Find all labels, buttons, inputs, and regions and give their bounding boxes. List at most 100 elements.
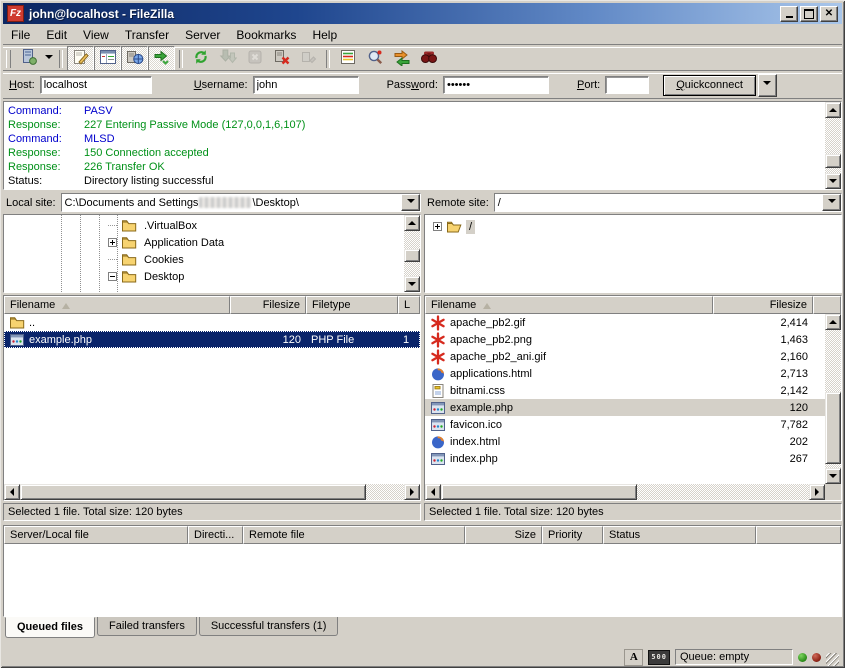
menu-item-bookmarks[interactable]: Bookmarks [228, 26, 304, 44]
log-line-text: 226 Transfer OK [84, 161, 165, 173]
tree-expander-plus-icon[interactable] [433, 222, 442, 231]
column-header-filename[interactable]: Filename [425, 296, 713, 314]
local-path-dropdown-button[interactable] [401, 194, 420, 211]
scroll-up-button[interactable] [825, 102, 841, 118]
menu-item-view[interactable]: View [75, 26, 117, 44]
toggle-queue-button[interactable] [148, 46, 175, 71]
toggle-remote-tree-button[interactable] [121, 46, 148, 71]
scroll-up-button[interactable] [825, 314, 841, 330]
local-site-combobox[interactable]: C:\Documents and Settings\Desktop\ [61, 193, 421, 212]
filter-button[interactable] [334, 46, 361, 71]
menu-item-help[interactable]: Help [304, 26, 345, 44]
column-header-filetype[interactable]: Filetype [306, 296, 398, 314]
local-hscrollbar[interactable] [4, 484, 420, 500]
toggle-local-tree-button[interactable] [94, 46, 121, 71]
column-header-server-local-file[interactable]: Server/Local file [4, 526, 188, 544]
scrollbar-thumb[interactable] [825, 154, 841, 168]
column-header-l[interactable]: L [398, 296, 420, 314]
column-header-filesize[interactable]: Filesize [713, 296, 813, 314]
column-header-blank[interactable] [813, 296, 841, 314]
scrollbar-thumb[interactable] [20, 484, 366, 500]
site-manager-button[interactable] [15, 46, 42, 71]
column-header-directi-[interactable]: Directi... [188, 526, 243, 544]
maximize-button[interactable] [800, 6, 818, 22]
resize-grip[interactable] [826, 653, 839, 666]
scrollbar-thumb[interactable] [441, 484, 637, 500]
title-bar[interactable]: Fz john@localhost - FileZilla ✕ [3, 3, 842, 24]
column-header-blank[interactable] [756, 526, 841, 544]
file-row-bitnami-css[interactable]: bitnami.css2,142 [425, 382, 825, 399]
refresh-button[interactable] [187, 46, 214, 71]
process-queue-button[interactable] [214, 46, 241, 71]
file-row-index-php[interactable]: index.php267 [425, 450, 825, 467]
disconnect-button[interactable] [268, 46, 295, 71]
speed-limits-icon[interactable]: 500 [648, 650, 670, 665]
file-row-example-php[interactable]: example.php120PHP File1 [4, 331, 420, 348]
local-path-suffix: \Desktop\ [252, 197, 298, 209]
column-header-priority[interactable]: Priority [542, 526, 603, 544]
file-row--[interactable]: .. [4, 314, 420, 331]
log-line-label: Status: [8, 174, 84, 188]
scroll-up-button[interactable] [404, 215, 420, 231]
file-row-index-html[interactable]: index.html202 [425, 433, 825, 450]
close-button[interactable]: ✕ [820, 6, 838, 22]
tree-item-root[interactable]: / [433, 218, 475, 235]
synchronized-browsing-button[interactable] [388, 46, 415, 71]
tree-item-desktop[interactable]: Desktop [108, 268, 187, 285]
port-input[interactable] [605, 76, 649, 94]
apache-icon [430, 349, 446, 365]
file-row-apache_pb2_ani-gif[interactable]: apache_pb2_ani.gif2,160 [425, 348, 825, 365]
column-header-filesize[interactable]: Filesize [230, 296, 306, 314]
username-input[interactable] [253, 76, 359, 94]
find-files-button[interactable] [415, 46, 442, 71]
tab-successful-transfers-1-[interactable]: Successful transfers (1) [199, 617, 339, 636]
directory-comparison-button[interactable] [361, 46, 388, 71]
quickconnect-button[interactable]: Quickconnect [663, 75, 756, 96]
file-row-apache_pb2-gif[interactable]: apache_pb2.gif2,414 [425, 314, 825, 331]
host-input[interactable] [40, 76, 152, 94]
site-manager-dropdown-button[interactable] [42, 47, 55, 70]
remote-path-value[interactable]: / [495, 194, 822, 211]
local-path-value[interactable]: C:\Documents and Settings\Desktop\ [62, 194, 401, 211]
scroll-left-button[interactable] [4, 484, 20, 500]
menu-item-server[interactable]: Server [177, 26, 228, 44]
remote-path-dropdown-button[interactable] [822, 194, 841, 211]
column-header-size[interactable]: Size [465, 526, 542, 544]
tab-queued-files[interactable]: Queued files [5, 617, 95, 638]
tree-item-cookies[interactable]: Cookies [108, 251, 187, 268]
scroll-down-button[interactable] [404, 276, 420, 292]
toggle-message-log-button[interactable] [67, 46, 94, 71]
file-row-example-php[interactable]: example.php120 [425, 399, 825, 416]
scroll-right-button[interactable] [404, 484, 420, 500]
cancel-button[interactable] [241, 46, 268, 71]
tab-failed-transfers[interactable]: Failed transfers [97, 617, 197, 636]
scroll-down-button[interactable] [825, 173, 841, 189]
tree-expander-minus-icon[interactable] [108, 272, 117, 281]
menu-item-transfer[interactable]: Transfer [117, 26, 177, 44]
scroll-left-button[interactable] [425, 484, 441, 500]
data-type-indicator-icon[interactable]: A [624, 649, 643, 666]
column-header-status[interactable]: Status [603, 526, 756, 544]
toolbar-grip[interactable] [6, 50, 11, 68]
remote-hscrollbar[interactable] [425, 484, 825, 500]
tree-expander-plus-icon[interactable] [108, 238, 117, 247]
quickconnect-dropdown-button[interactable] [758, 74, 777, 97]
tree-item--virtualbox[interactable]: .VirtualBox [108, 217, 200, 234]
reconnect-button[interactable] [295, 46, 322, 71]
remote-site-combobox[interactable]: / [494, 193, 842, 212]
file-row-applications-html[interactable]: applications.html2,713 [425, 365, 825, 382]
menu-item-file[interactable]: File [3, 26, 38, 44]
scroll-right-button[interactable] [809, 484, 825, 500]
column-header-remote-file[interactable]: Remote file [243, 526, 465, 544]
scroll-down-button[interactable] [825, 468, 841, 484]
file-row-favicon-ico[interactable]: favicon.ico7,782 [425, 416, 825, 433]
scrollbar-thumb[interactable] [404, 249, 420, 262]
menu-item-edit[interactable]: Edit [38, 26, 75, 44]
tree-item-application-data[interactable]: Application Data [108, 234, 227, 251]
username-label: Username: [194, 79, 248, 91]
column-header-filename[interactable]: Filename [4, 296, 230, 314]
file-row-apache_pb2-png[interactable]: apache_pb2.png1,463 [425, 331, 825, 348]
minimize-button[interactable] [780, 6, 798, 22]
password-input[interactable] [443, 76, 549, 94]
scrollbar-thumb[interactable] [825, 392, 841, 464]
